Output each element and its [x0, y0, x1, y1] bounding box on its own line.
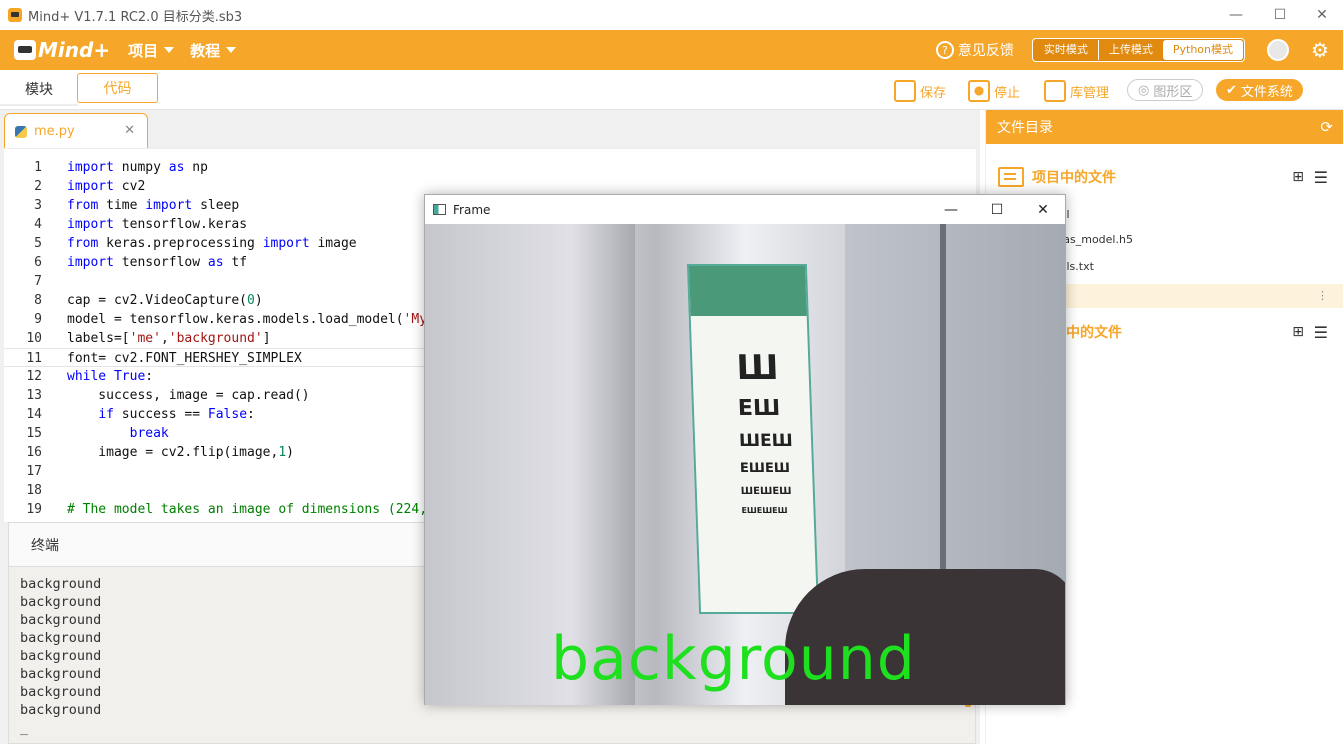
menu-icon[interactable]: ☰ — [1314, 323, 1328, 342]
library-button[interactable]: 库管理 — [1044, 78, 1109, 104]
toolbar: 模块 代码 保存 停止 库管理 ◎ 图形区 ✔ 文件系统 — [0, 70, 1343, 110]
app-icon — [8, 8, 22, 22]
code-text: import tensorflow.keras — [67, 217, 248, 232]
code-text: import cv2 — [67, 179, 146, 194]
line-number: 1 — [34, 160, 42, 175]
camera-feed: Ш ЕШ ШЕШ ЕШЕШ ШЕШЕШ ЕШЕШЕШ background — [425, 224, 1065, 705]
terminal-line: _ — [20, 720, 29, 736]
tab-code[interactable]: 代码 — [77, 73, 158, 103]
check-circle-icon: ✔ — [1226, 82, 1237, 98]
avatar[interactable] — [1267, 39, 1289, 61]
line-number: 16 — [26, 445, 42, 460]
line-number: 18 — [26, 483, 42, 498]
frame-titlebar[interactable]: Frame — ☐ ✕ — [425, 195, 1065, 224]
mode-python[interactable]: Python模式 — [1162, 40, 1243, 60]
code-text: cap = cv2.VideoCapture(0) — [67, 293, 263, 308]
code-text: success, image = cap.read() — [67, 388, 310, 403]
frame-close-button[interactable]: ✕ — [1020, 195, 1066, 224]
classification-label: background — [551, 624, 916, 694]
line-number: 10 — [26, 331, 42, 346]
save-icon — [894, 80, 916, 102]
frame-maximize-button[interactable]: ☐ — [974, 195, 1020, 224]
add-file-icon[interactable]: ⊞ — [1292, 169, 1304, 185]
code-text: # The model takes an image of dimensions… — [67, 502, 435, 517]
code-line[interactable]: 1 import numpy as np — [4, 158, 976, 177]
line-number: 15 — [26, 426, 42, 441]
mode-switch: 实时模式 上传模式 Python模式 — [1031, 38, 1245, 62]
close-button[interactable]: ✕ — [1299, 0, 1343, 30]
line-number: 2 — [34, 179, 42, 194]
code-text: from time import sleep — [67, 198, 240, 213]
tab-blocks[interactable]: 模块 — [0, 74, 78, 106]
maximize-button[interactable]: ☐ — [1257, 0, 1303, 30]
frame-minimize-button[interactable]: — — [928, 195, 974, 224]
stop-icon — [968, 80, 990, 102]
menu-tutorial[interactable]: 教程 — [190, 40, 237, 61]
line-number: 9 — [34, 312, 42, 327]
mode-realtime[interactable]: 实时模式 — [1034, 40, 1098, 60]
refresh-icon[interactable]: ⟳ — [1320, 118, 1333, 136]
line-number: 5 — [34, 236, 42, 251]
close-tab-icon[interactable]: ✕ — [124, 123, 135, 138]
line-number: 8 — [34, 293, 42, 308]
frame-window[interactable]: Frame — ☐ ✕ Ш ЕШ ШЕШ ЕШЕШ ШЕШЕШ ЕШЕШЕШ b… — [424, 194, 1066, 705]
caret-down-icon — [164, 47, 175, 53]
gear-icon[interactable]: ⚙ — [1311, 40, 1331, 60]
line-number: 14 — [26, 407, 42, 422]
eye-chart-image: Ш ЕШ ШЕШ ЕШЕШ ШЕШЕШ ЕШЕШЕШ — [686, 264, 820, 614]
folder-icon — [998, 167, 1024, 187]
caret-down-icon — [226, 47, 237, 53]
python-icon — [15, 125, 27, 138]
mindplus-logo: Mind+ — [14, 38, 110, 62]
code-text: if success == False: — [98, 407, 255, 422]
line-number: 17 — [26, 464, 42, 479]
line-number: 13 — [26, 388, 42, 403]
file-directory-header: 文件目录 ⟳ — [986, 110, 1343, 144]
window-titlebar: Mind+ V1.7.1 RC2.0 目标分类.sb3 — ☐ ✕ — [0, 0, 1343, 30]
code-text: model = tensorflow.keras.models.load_mod… — [67, 312, 435, 327]
save-button[interactable]: 保存 — [894, 78, 946, 104]
more-icon[interactable]: ⋮ — [1317, 284, 1328, 308]
menubar: Mind+ 项目 教程 ? 意见反馈 实时模式 上传模式 Python模式 ⚙ — [0, 30, 1343, 70]
stop-button[interactable]: 停止 — [968, 78, 1020, 104]
menu-icon[interactable]: ☰ — [1314, 168, 1328, 187]
file-tab-me-py[interactable]: me.py ✕ — [4, 113, 148, 149]
filesystem-button[interactable]: ✔ 文件系统 — [1216, 79, 1303, 101]
line-number: 19 — [26, 502, 42, 517]
line-number: 11 — [26, 351, 42, 366]
question-icon: ? — [935, 41, 954, 59]
graphics-button[interactable]: ◎ 图形区 — [1127, 79, 1204, 101]
code-text: labels=['me','background'] — [67, 331, 271, 346]
code-text: from keras.preprocessing import image — [67, 236, 357, 251]
line-number: 12 — [26, 369, 42, 384]
code-text: break — [129, 426, 169, 441]
code-text: image = cv2.flip(image,1) — [67, 445, 294, 460]
minimize-button[interactable]: — — [1213, 0, 1259, 30]
code-text: import tensorflow as tf — [67, 255, 248, 270]
robot-icon — [14, 40, 36, 60]
library-icon — [1044, 80, 1066, 102]
code-text: font= cv2.FONT_HERSHEY_SIMPLEX — [67, 351, 302, 366]
add-file-icon[interactable]: ⊞ — [1292, 324, 1304, 340]
graphics-icon: ◎ — [1138, 82, 1150, 98]
line-number: 7 — [34, 274, 42, 289]
menu-project[interactable]: 项目 — [128, 40, 175, 61]
line-number: 6 — [34, 255, 42, 270]
code-text: while True: — [67, 369, 154, 384]
frame-app-icon — [433, 204, 446, 215]
line-number: 4 — [34, 217, 42, 232]
mode-upload[interactable]: 上传模式 — [1097, 40, 1163, 60]
code-text: import numpy as np — [67, 160, 208, 175]
feedback-button[interactable]: ? 意见反馈 — [935, 40, 1014, 60]
project-files-section[interactable]: 项目中的文件 ⊞ ☰ — [986, 162, 1343, 192]
window-title: Mind+ V1.7.1 RC2.0 目标分类.sb3 — [28, 9, 243, 25]
line-number: 3 — [34, 198, 42, 213]
